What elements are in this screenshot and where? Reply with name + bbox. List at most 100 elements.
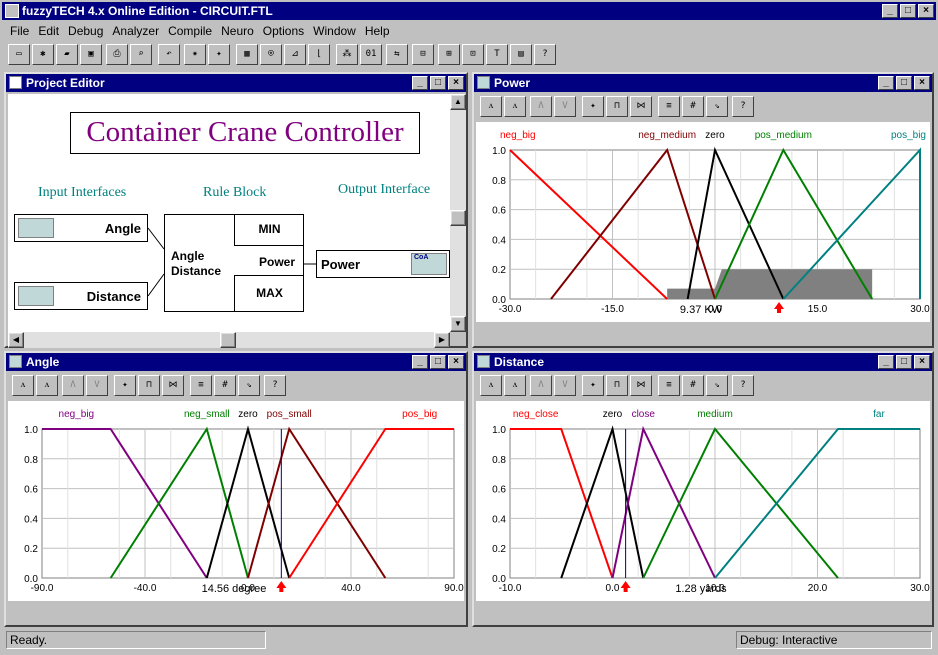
open-wizard-icon[interactable]: ✱ <box>32 44 54 65</box>
close-icon[interactable]: × <box>914 76 930 90</box>
edit-term-icon[interactable]: ✦ <box>582 375 604 396</box>
menu-item-debug[interactable]: Debug <box>68 24 103 38</box>
term-shape-lambda-icon[interactable]: Λ <box>530 96 552 117</box>
edit-term-icon[interactable]: ✦ <box>582 96 604 117</box>
menu-item-analyzer[interactable]: Analyzer <box>112 24 159 38</box>
minimize-icon[interactable]: _ <box>412 76 428 90</box>
print-icon[interactable]: ⎙ <box>106 44 128 65</box>
debug-icon[interactable]: ✷ <box>184 44 206 65</box>
grid1-icon[interactable]: ⊞ <box>438 44 460 65</box>
save-icon[interactable]: ▣ <box>80 44 102 65</box>
add-term-icon[interactable]: ᴧ <box>480 375 502 396</box>
link-icon[interactable]: ⊟ <box>412 44 434 65</box>
scroll-down-icon[interactable]: ▼ <box>450 316 466 332</box>
maximize-icon[interactable]: □ <box>896 76 912 90</box>
window-icon[interactable]: ? <box>534 44 556 65</box>
transfer-plot-icon[interactable]: ⌊ <box>308 44 330 65</box>
menu-item-compile[interactable]: Compile <box>168 24 212 38</box>
menu-item-edit[interactable]: Edit <box>38 24 59 38</box>
term-label-medium[interactable]: medium <box>697 409 733 420</box>
term-shape-v-icon[interactable]: V <box>554 375 576 396</box>
scroll-thumb[interactable] <box>220 332 236 348</box>
list-icon[interactable]: ≡ <box>658 96 680 117</box>
output-power-box[interactable]: Power CoA <box>316 250 450 278</box>
print-preview-icon[interactable]: ⌕ <box>130 44 152 65</box>
term-shape-v-icon[interactable]: V <box>86 375 108 396</box>
grid-icon[interactable]: # <box>214 375 236 396</box>
menu-item-options[interactable]: Options <box>263 24 304 38</box>
link-icon[interactable]: ⇘ <box>238 375 260 396</box>
list-icon[interactable]: ≡ <box>658 375 680 396</box>
minimize-icon[interactable]: _ <box>878 355 894 369</box>
scroll-right-icon[interactable]: ▶ <box>434 332 450 348</box>
shape-icon[interactable]: ⋈ <box>630 375 652 396</box>
app-title-bar[interactable]: fuzzyTECH 4.x Online Edition - CIRCUIT.F… <box>2 2 936 20</box>
membership-icon[interactable]: ⊿ <box>284 44 306 65</box>
term-label-far[interactable]: far <box>873 409 885 420</box>
maximize-icon[interactable]: □ <box>430 355 446 369</box>
add-term-right-icon[interactable]: ᴧ <box>504 96 526 117</box>
maximize-icon[interactable]: □ <box>896 355 912 369</box>
close-icon[interactable]: × <box>914 355 930 369</box>
grid-icon[interactable]: # <box>682 96 704 117</box>
minimize-icon[interactable]: _ <box>878 76 894 90</box>
help-icon[interactable]: ? <box>732 375 754 396</box>
scroll-left-icon[interactable]: ◀ <box>8 332 24 348</box>
shape-icon[interactable]: ⋈ <box>162 375 184 396</box>
menu-item-file[interactable]: File <box>10 24 29 38</box>
text-icon[interactable]: ▤ <box>510 44 532 65</box>
minimize-icon[interactable]: _ <box>412 355 428 369</box>
term-label-pos_big[interactable]: pos_big <box>891 130 926 141</box>
link-icon[interactable]: ⇘ <box>706 96 728 117</box>
term-label-zero[interactable]: zero <box>238 409 258 420</box>
help-icon[interactable]: ? <box>732 96 754 117</box>
term-label-close[interactable]: close <box>632 409 656 420</box>
close-icon[interactable]: × <box>448 355 464 369</box>
menu-item-window[interactable]: Window <box>313 24 356 38</box>
term-shape-lambda-icon[interactable]: Λ <box>62 375 84 396</box>
minimize-icon[interactable]: _ <box>882 4 898 18</box>
range-icon[interactable]: ⊓ <box>138 375 160 396</box>
list-icon[interactable]: ≡ <box>190 375 212 396</box>
undo-icon[interactable]: ↶ <box>158 44 180 65</box>
add-term-icon[interactable]: ᴧ <box>480 96 502 117</box>
grid-icon[interactable]: # <box>682 375 704 396</box>
range-icon[interactable]: ⊓ <box>606 375 628 396</box>
grid2-icon[interactable]: ⊡ <box>462 44 484 65</box>
open-folder-icon[interactable]: ▰ <box>56 44 78 65</box>
power-chart-area[interactable]: 1.0 0.8 0.6 0.4 0.2 0.0 -30.0 -15.0 0.0 15.0 30.0 n… <box>476 122 930 322</box>
angle-title-bar[interactable]: Angle _ □ × <box>6 353 466 371</box>
rule-block-icon[interactable]: ▦ <box>236 44 258 65</box>
project-canvas[interactable]: Container Crane Controller Input Interfa… <box>8 94 450 332</box>
term-label-neg_close[interactable]: neg_close <box>513 409 559 420</box>
vertical-scrollbar[interactable]: ▲ ▼ <box>450 94 466 332</box>
scroll-thumb[interactable] <box>450 210 466 226</box>
edit-term-icon[interactable]: ✦ <box>114 375 136 396</box>
menu-item-neuro[interactable]: Neuro <box>221 24 254 38</box>
analyzer-icon[interactable]: ✦ <box>208 44 230 65</box>
term-shape-v-icon[interactable]: V <box>554 96 576 117</box>
term-label-neg_medium[interactable]: neg_medium <box>638 130 696 141</box>
term-label-pos_small[interactable]: pos_small <box>267 409 312 420</box>
scroll-up-icon[interactable]: ▲ <box>450 94 466 110</box>
term-label-pos_medium[interactable]: pos_medium <box>755 130 812 141</box>
variable-icon[interactable]: ⍟ <box>260 44 282 65</box>
term-shape-lambda-icon[interactable]: Λ <box>530 375 552 396</box>
term-label-neg_small[interactable]: neg_small <box>184 409 230 420</box>
horizontal-scrollbar[interactable]: ◀ ▶ <box>8 332 450 348</box>
add-term-right-icon[interactable]: ᴧ <box>504 375 526 396</box>
grid3-icon[interactable]: T <box>486 44 508 65</box>
binary-icon[interactable]: 01 <box>360 44 382 65</box>
distance-title-bar[interactable]: Distance _ □ × <box>474 353 932 371</box>
angle-chart-area[interactable]: 1.0 0.8 0.6 0.4 0.2 0.0 -90.0 -40.0 0.0 40.0 90.0 n… <box>8 401 464 601</box>
distance-chart-area[interactable]: 1.0 0.8 0.6 0.4 0.2 0.0 -10.0 0.0 10.0 20.0 30.0 ne… <box>476 401 930 601</box>
close-icon[interactable]: × <box>918 4 934 18</box>
shape-icon[interactable]: ⋈ <box>630 96 652 117</box>
menu-item-help[interactable]: Help <box>365 24 390 38</box>
neuro-icon[interactable]: ⇆ <box>386 44 408 65</box>
add-term-icon[interactable]: ᴧ <box>12 375 34 396</box>
rule-block-box[interactable]: Angle Distance MIN Power MAX <box>164 214 304 312</box>
term-label-neg_big[interactable]: neg_big <box>59 409 95 420</box>
close-icon[interactable]: × <box>448 76 464 90</box>
new-file-icon[interactable]: ▭ <box>8 44 30 65</box>
